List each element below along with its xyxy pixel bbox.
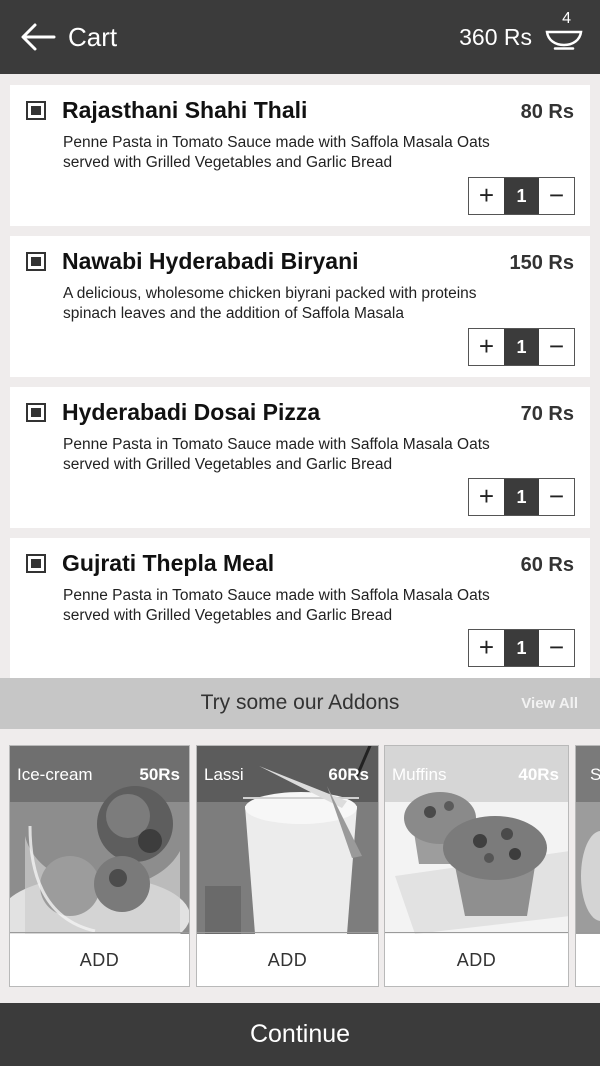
cart-item: Nawabi Hyderabadi Biryani 150 Rs A delic… (10, 236, 590, 377)
addon-image: Ice-cream 50Rs (10, 746, 189, 934)
decrease-quantity-button[interactable]: − (539, 479, 574, 515)
item-price: 80 Rs (520, 101, 574, 123)
quantity-stepper: + 1 − (468, 629, 575, 667)
addon-card: S (575, 745, 600, 987)
addon-card: Ice-cream 50Rs ADD (9, 745, 190, 987)
item-name: Gujrati Thepla Meal (62, 550, 275, 576)
item-name: Rajasthani Shahi Thali (62, 97, 308, 123)
back-button[interactable] (18, 20, 58, 54)
item-description: Penne Pasta in Tomato Sauce made with Sa… (63, 587, 490, 624)
addons-header: Try some our Addons View All (0, 678, 600, 729)
quantity-value: 1 (504, 178, 539, 214)
item-name: Nawabi Hyderabadi Biryani (62, 248, 359, 274)
addon-name: Ice-cream (17, 765, 93, 784)
increase-quantity-button[interactable]: + (469, 479, 504, 515)
addon-name: S (590, 764, 600, 786)
item-description: Penne Pasta in Tomato Sauce made with Sa… (63, 436, 490, 473)
cart-item: Gujrati Thepla Meal 60 Rs Penne Pasta in… (10, 538, 590, 678)
veg-indicator-icon (26, 554, 46, 573)
add-addon-button[interactable] (576, 932, 600, 986)
addon-price: 60Rs (328, 765, 369, 784)
addon-card: Lassi 60Rs ADD (196, 745, 379, 987)
item-price: 150 Rs (509, 252, 575, 274)
quantity-value: 1 (504, 329, 539, 365)
item-description: A delicious, wholesome chicken biyrani p… (63, 285, 477, 322)
addon-name: Lassi (204, 765, 244, 784)
quantity-stepper: + 1 − (468, 478, 575, 516)
addon-image: Lassi 60Rs (197, 746, 378, 934)
decrease-quantity-button[interactable]: − (539, 329, 574, 365)
item-price: 60 Rs (520, 554, 574, 576)
cart-item: Rajasthani Shahi Thali 80 Rs Penne Pasta… (10, 85, 590, 226)
add-addon-button[interactable]: ADD (385, 932, 568, 986)
cart-item: Hyderabadi Dosai Pizza 70 Rs Penne Pasta… (10, 387, 590, 528)
arrow-left-icon (21, 23, 56, 51)
decrease-quantity-button[interactable]: − (539, 630, 574, 666)
addons-title: Try some our Addons (200, 691, 400, 714)
veg-indicator-icon (26, 101, 46, 120)
addon-name: Muffins (392, 765, 447, 784)
item-description: Penne Pasta in Tomato Sauce made with Sa… (63, 134, 490, 171)
cart-count-badge: 4 (562, 10, 571, 27)
page-title: Cart (68, 22, 118, 52)
increase-quantity-button[interactable]: + (469, 630, 504, 666)
quantity-stepper: + 1 − (468, 177, 575, 215)
addon-price: 40Rs (518, 765, 559, 784)
veg-indicator-icon (26, 403, 46, 422)
addon-image: Muffins 40Rs (385, 746, 568, 934)
quantity-stepper: + 1 − (468, 328, 575, 366)
app-header: Cart 360 Rs 4 (0, 0, 600, 74)
addon-image: S (576, 746, 600, 934)
quantity-value: 1 (504, 479, 539, 515)
addon-price: 50Rs (139, 765, 180, 784)
continue-button[interactable]: Continue (0, 1003, 600, 1066)
add-addon-button[interactable]: ADD (197, 932, 378, 986)
item-name: Hyderabadi Dosai Pizza (62, 399, 321, 425)
addon-card: Muffins 40Rs ADD (384, 745, 569, 987)
veg-indicator-icon (26, 252, 46, 271)
increase-quantity-button[interactable]: + (469, 178, 504, 214)
add-addon-button[interactable]: ADD (10, 932, 189, 986)
item-price: 70 Rs (520, 403, 574, 425)
cart-total: 360 Rs (459, 24, 532, 50)
quantity-value: 1 (504, 630, 539, 666)
view-all-link[interactable]: View All (521, 694, 578, 714)
increase-quantity-button[interactable]: + (469, 329, 504, 365)
decrease-quantity-button[interactable]: − (539, 178, 574, 214)
